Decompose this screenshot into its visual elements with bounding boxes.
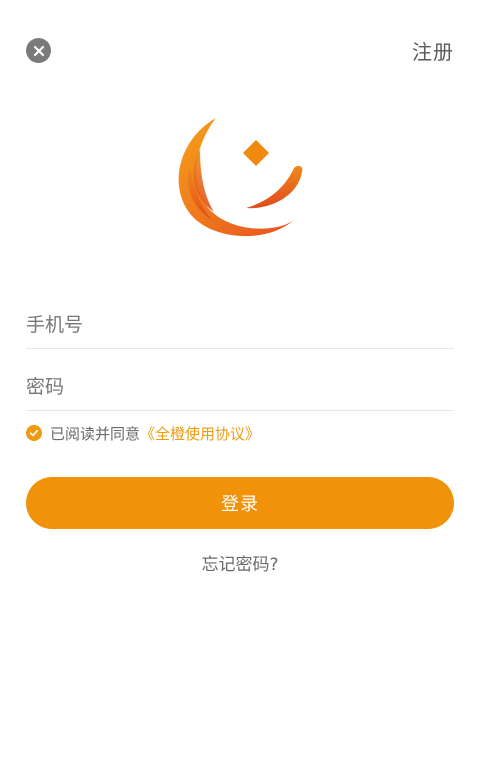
close-button[interactable] bbox=[26, 38, 51, 63]
agreement-text: 已阅读并同意 bbox=[50, 424, 141, 443]
login-button[interactable]: 登录 bbox=[26, 477, 454, 529]
phone-input[interactable] bbox=[26, 314, 454, 336]
agreement-link[interactable]: 《全橙使用协议》 bbox=[140, 423, 260, 444]
app-logo bbox=[178, 118, 303, 237]
password-field bbox=[26, 348, 454, 411]
agreement-row: 已阅读并同意 《全橙使用协议》 bbox=[26, 423, 260, 443]
login-screen: 注册 已阅读并同意 bbox=[0, 0, 480, 760]
password-input[interactable] bbox=[26, 376, 454, 398]
forgot-password-link[interactable]: 忘记密码? bbox=[0, 550, 480, 575]
agreement-checkbox[interactable] bbox=[26, 425, 42, 441]
close-icon bbox=[33, 45, 44, 56]
register-link[interactable]: 注册 bbox=[412, 36, 454, 65]
check-icon bbox=[29, 429, 39, 437]
phone-field bbox=[26, 286, 454, 349]
